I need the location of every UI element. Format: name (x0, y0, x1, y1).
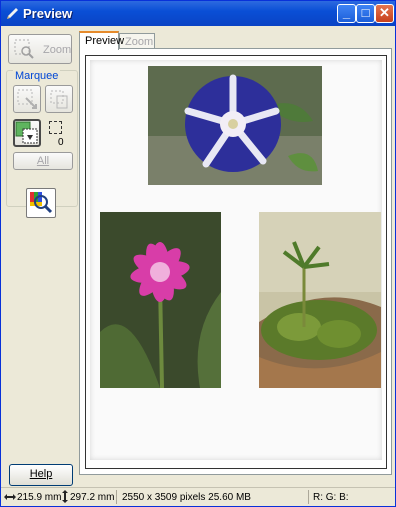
marquee-label: Marquee (13, 70, 61, 82)
preview-image-area[interactable] (85, 55, 387, 469)
minimize-button[interactable]: _ (337, 4, 356, 23)
close-button[interactable]: ✕ (375, 4, 394, 23)
maximize-button[interactable]: □ (356, 4, 375, 23)
histogram-button[interactable] (26, 188, 56, 218)
help-button-label: Help (29, 468, 53, 480)
status-rgb: R: G: B: (313, 492, 349, 503)
maximize-icon: □ (361, 5, 370, 20)
select-all-label: All (36, 155, 50, 167)
scanned-page (90, 60, 382, 460)
photo-seedling-pot[interactable] (259, 212, 381, 388)
status-bar: 215.9 mm 297.2 mm 2550 x 3509 pixels 25.… (1, 487, 395, 507)
tab-preview[interactable]: Preview (79, 31, 124, 50)
marquee-count-icon (49, 121, 62, 134)
tool-panel: Zoom Marquee 0 All Help (4, 30, 78, 486)
status-height: 297.2 mm (70, 492, 115, 503)
photo-morning-glory[interactable] (148, 66, 322, 185)
photo-pink-flower[interactable] (100, 212, 221, 388)
preview-window: Preview _ □ ✕ Zoom Marquee 0 All Help Pr… (0, 0, 396, 507)
status-separator (308, 490, 309, 504)
create-marquee-button[interactable] (13, 119, 41, 147)
preview-panel (79, 48, 392, 475)
zoom-button-label: Zoom (43, 44, 72, 56)
height-arrow-icon (62, 490, 68, 503)
minimize-icon: _ (342, 5, 351, 20)
auto-locate-button[interactable] (13, 85, 41, 113)
preview-app-icon (7, 8, 18, 19)
marquee-remove-icon (50, 90, 68, 109)
status-separator (116, 490, 117, 504)
select-all-button[interactable]: All (13, 152, 73, 170)
status-size-info: 2550 x 3509 pixels 25.60 MB (122, 492, 251, 503)
zoom-icon (14, 39, 34, 59)
zoom-button[interactable]: Zoom (8, 34, 72, 64)
histogram-icon (30, 192, 53, 214)
tab-zoom[interactable]: Zoom (119, 33, 155, 49)
auto-locate-icon (17, 89, 37, 109)
delete-marquee-button[interactable] (45, 85, 73, 113)
window-title: Preview (23, 6, 73, 21)
tab-zoom-label: Zoom (125, 36, 154, 48)
tab-preview-label: Preview (85, 35, 125, 47)
marquee-add-icon (15, 121, 38, 144)
help-button[interactable]: Help (9, 464, 73, 486)
close-icon: ✕ (379, 5, 390, 20)
title-bar[interactable]: Preview _ □ ✕ (1, 1, 395, 26)
marquee-count: 0 (58, 137, 64, 148)
width-arrow-icon (4, 494, 16, 500)
status-width: 215.9 mm (17, 492, 62, 503)
marquee-group: Marquee 0 All (6, 70, 78, 207)
